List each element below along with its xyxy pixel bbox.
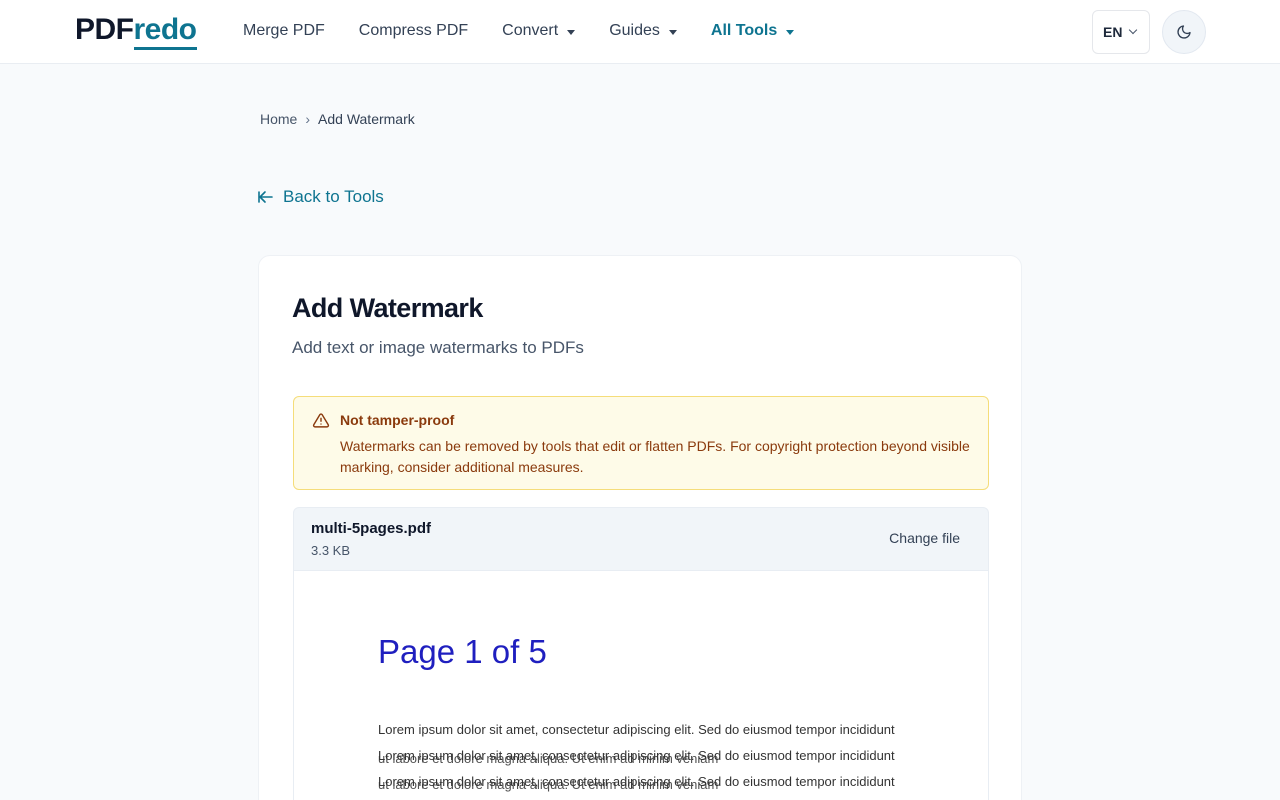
selected-file-bar: multi-5pages.pdf 3.3 KB Change file	[293, 507, 989, 571]
warning-triangle-icon	[312, 413, 330, 428]
main-nav: Merge PDF Compress PDF Convert Guides Al…	[243, 20, 828, 42]
nav-all-tools-label: All Tools	[710, 22, 778, 39]
file-name: multi-5pages.pdf	[311, 520, 432, 537]
preview-page-title: Page 1 of 5	[378, 633, 547, 670]
breadcrumb: Home › Add Watermark	[260, 111, 415, 127]
caret-down-icon	[567, 29, 576, 35]
pdf-preview: Page 1 of 5 Lorem ipsum dolor sit amet, …	[293, 571, 989, 800]
nav-convert[interactable]: Convert	[502, 22, 576, 40]
logo-text-pdf: PDF	[75, 13, 134, 46]
breadcrumb-home[interactable]: Home	[260, 111, 297, 127]
preview-text-line-overlap: ut labore et dolore magna aliqua. Ut eni…	[378, 751, 719, 766]
logo[interactable]: PDFredo	[75, 12, 197, 50]
nav-compress-pdf[interactable]: Compress PDF	[359, 22, 468, 40]
nav-all-tools[interactable]: All Tools	[710, 22, 795, 40]
top-navigation-bar: PDFredo Merge PDF Compress PDF Convert G…	[0, 0, 1280, 64]
nav-merge-pdf-label: Merge PDF	[243, 22, 325, 39]
caret-down-icon	[668, 29, 677, 35]
breadcrumb-current: Add Watermark	[318, 111, 415, 127]
nav-guides-label: Guides	[609, 22, 660, 39]
theme-toggle-button[interactable]	[1162, 10, 1206, 54]
language-selector-label: EN	[1103, 24, 1123, 40]
nav-guides[interactable]: Guides	[609, 22, 677, 40]
warning-title: Not tamper-proof	[340, 412, 455, 428]
language-selector[interactable]: EN	[1092, 10, 1150, 54]
tool-card: Add Watermark Add text or image watermar…	[258, 255, 1022, 800]
caret-down-icon	[786, 29, 795, 35]
change-file-button[interactable]: Change file	[889, 530, 960, 546]
back-to-tools-link[interactable]: Back to Tools	[258, 187, 384, 207]
chevron-down-icon	[1129, 25, 1138, 35]
logo-text-redo: redo	[133, 13, 197, 50]
arrow-left-icon	[258, 191, 273, 203]
file-size: 3.3 KB	[311, 543, 351, 558]
warning-alert: Not tamper-proof Watermarks can be remov…	[293, 396, 989, 490]
nav-compress-pdf-label: Compress PDF	[358, 22, 469, 39]
nav-merge-pdf[interactable]: Merge PDF	[243, 22, 325, 40]
nav-convert-label: Convert	[502, 22, 559, 39]
preview-text-line-overlap: ut labore et dolore magna aliqua. Ut eni…	[378, 777, 719, 792]
preview-text-line: Lorem ipsum dolor sit amet, consectetur …	[378, 722, 895, 737]
breadcrumb-separator: ›	[305, 111, 311, 127]
back-to-tools-label: Back to Tools	[283, 187, 384, 206]
page-subtitle: Add text or image watermarks to PDFs	[292, 338, 584, 357]
warning-body: Watermarks can be removed by tools that …	[340, 438, 970, 475]
moon-icon	[1177, 25, 1191, 39]
page-title: Add Watermark	[292, 293, 483, 323]
